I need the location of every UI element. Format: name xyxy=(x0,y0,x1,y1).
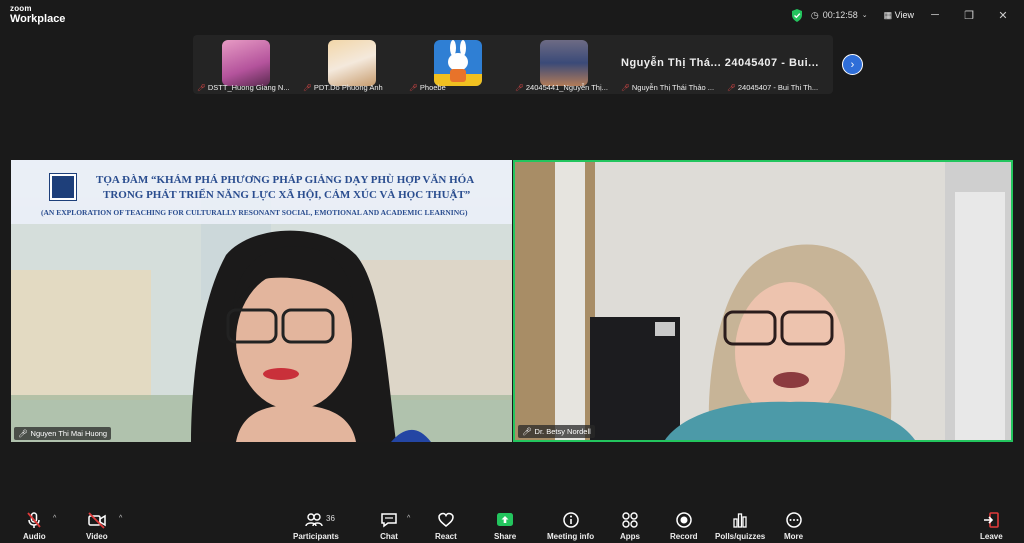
timer-text: 00:12:58 xyxy=(822,10,858,20)
mic-muted-icon: 🎤︎ xyxy=(621,84,630,92)
video-button[interactable]: Video xyxy=(86,511,108,541)
participant-photo xyxy=(222,40,270,86)
chevron-down-icon: ⌄ xyxy=(861,12,868,19)
view-label: View xyxy=(894,9,914,20)
banner-title-line1: TỌA ĐÀM “KHÁM PHÁ PHƯƠNG PHÁP GIẢNG DẠY … xyxy=(96,174,475,186)
apps-icon xyxy=(621,511,639,529)
meeting-toolbar: Audio ^ Video ^ Participants 36 Chat ^ R… xyxy=(0,505,1024,543)
chat-icon xyxy=(380,511,398,529)
participants-icon xyxy=(303,511,329,529)
grid-icon: ▦ xyxy=(883,9,893,20)
participant-names-banner: Nguyễn Thị Thá... 24045407 - Bui... xyxy=(621,57,819,69)
participant-name: 24045407 - Bui Thi Th... xyxy=(737,83,819,92)
participant-thumb[interactable]: 🎤︎ PDT.Do Phuong Anh xyxy=(299,35,405,94)
apps-button[interactable]: Apps xyxy=(620,511,640,541)
next-page-button[interactable]: › xyxy=(842,54,863,75)
minimize-icon: ─ xyxy=(931,9,939,21)
video-options-caret[interactable]: ^ xyxy=(119,515,122,522)
chevron-right-icon: › xyxy=(850,58,855,71)
mic-muted-icon: 🎤︎ xyxy=(727,84,736,92)
meeting-info-button[interactable]: Meeting info xyxy=(547,511,594,541)
polls-button[interactable]: Polls/quizzes xyxy=(715,511,765,541)
audio-options-caret[interactable]: ^ xyxy=(53,515,56,522)
participant-name: Dr. Betsy Nordell xyxy=(534,427,591,436)
participant-avatar-bunny xyxy=(434,40,482,86)
record-label: Record xyxy=(670,532,698,541)
participants-label: Participants xyxy=(293,532,339,541)
banner-title-line2: TRONG PHÁT TRIỂN NĂNG LỰC XÃ HỘI, CẢM XÚ… xyxy=(103,189,471,201)
participant-name: Nguyễn Thị Thái Thảo ... xyxy=(631,83,715,92)
mic-muted-icon: 🎤︎ xyxy=(18,429,28,438)
participant-name: PDT.Do Phuong Anh xyxy=(313,83,383,92)
mic-muted-icon: 🎤︎ xyxy=(515,84,524,92)
heart-icon xyxy=(437,511,455,529)
restore-button[interactable]: ❐ xyxy=(956,6,982,24)
video-tile-left[interactable]: TỌA ĐÀM “KHÁM PHÁ PHƯƠNG PHÁP GIẢNG DẠY … xyxy=(11,160,512,442)
participant-name: Nguyen Thi Mai Huong xyxy=(30,429,108,438)
participant-thumb[interactable]: 🎤︎ Phoebe xyxy=(405,35,511,94)
audio-label: Audio xyxy=(23,532,46,541)
video-tile-right-active-speaker[interactable]: 🎤︎ Dr. Betsy Nordell xyxy=(513,160,1013,442)
polls-label: Polls/quizzes xyxy=(715,532,766,541)
meeting-info-label: Meeting info xyxy=(547,532,595,541)
participant-thumb[interactable]: 🎤︎ DSTT_Huong Giang N... xyxy=(193,35,299,94)
mic-muted-icon: 🎤︎ xyxy=(522,427,532,436)
chat-options-caret[interactable]: ^ xyxy=(407,515,410,522)
mic-muted-icon: 🎤︎ xyxy=(197,84,206,92)
clock-icon: ◷ xyxy=(810,9,819,20)
close-icon: ✕ xyxy=(998,9,1008,22)
minimize-button[interactable]: ─ xyxy=(922,6,948,24)
participant-thumb[interactable]: 🎤︎ 24045441_Nguyễn Thị... xyxy=(511,35,617,94)
participant-name: 24045441_Nguyễn Thị... xyxy=(525,83,608,92)
participant-label: 🎤︎ Nguyen Thi Mai Huong xyxy=(14,427,112,440)
more-button[interactable]: More xyxy=(784,511,803,541)
university-logo xyxy=(50,174,76,200)
brand-top: zoom xyxy=(10,4,32,13)
info-icon xyxy=(562,511,580,529)
app-logo: zoom Workplace xyxy=(10,5,65,25)
share-label: Share xyxy=(494,532,517,541)
participant-name: DSTT_Huong Giang N... xyxy=(207,83,290,92)
zoom-window: zoom Workplace ◷ 00:12:58 ⌄ ▦ View ─ ❐ ✕… xyxy=(0,0,1024,543)
bar-chart-icon xyxy=(731,511,749,529)
shield-icon[interactable] xyxy=(791,8,803,22)
brand-bottom: Workplace xyxy=(10,13,66,25)
participant-label: 🎤︎ Dr. Betsy Nordell xyxy=(518,425,595,438)
more-dots-icon xyxy=(785,511,803,529)
microphone-muted-icon xyxy=(25,511,43,529)
share-screen-icon xyxy=(496,511,514,529)
participant-photo xyxy=(328,40,376,86)
participant-name: Phoebe xyxy=(419,83,446,92)
react-button[interactable]: React xyxy=(435,511,457,541)
title-bar: zoom Workplace ◷ 00:12:58 ⌄ ▦ View ─ ❐ ✕ xyxy=(0,0,1024,30)
banner-subtitle: (AN EXPLORATION OF TEACHING FOR CULTURAL… xyxy=(41,208,468,217)
participant-photo xyxy=(540,40,588,86)
more-label: More xyxy=(784,532,804,541)
restore-icon: ❐ xyxy=(964,9,974,22)
share-button[interactable]: Share xyxy=(494,511,516,541)
audio-button[interactable]: Audio xyxy=(23,511,46,541)
participant-strip: 🎤︎ DSTT_Huong Giang N... 🎤︎ PDT.Do Phuong … xyxy=(193,35,833,94)
leave-label: Leave xyxy=(980,532,1003,541)
close-button[interactable]: ✕ xyxy=(990,6,1016,24)
meeting-timer[interactable]: ◷ 00:12:58 ⌄ xyxy=(811,10,868,21)
view-button[interactable]: ▦ View xyxy=(884,10,914,21)
mic-muted-icon: 🎤︎ xyxy=(303,84,312,92)
event-banner: TỌA ĐÀM “KHÁM PHÁ PHƯƠNG PHÁP GIẢNG DẠY … xyxy=(11,160,512,224)
record-icon xyxy=(675,511,693,529)
apps-label: Apps xyxy=(620,532,640,541)
react-label: React xyxy=(435,532,457,541)
video-off-icon xyxy=(87,511,107,529)
chat-label: Chat xyxy=(380,532,398,541)
speaker-video-scene xyxy=(515,162,1011,440)
leave-door-icon xyxy=(982,511,1000,529)
mic-muted-icon: 🎤︎ xyxy=(409,84,418,92)
record-button[interactable]: Record xyxy=(670,511,698,541)
leave-button[interactable]: Leave xyxy=(980,511,1003,541)
video-label: Video xyxy=(86,532,108,541)
participants-count: 36 xyxy=(326,514,335,523)
chat-button[interactable]: Chat xyxy=(380,511,398,541)
